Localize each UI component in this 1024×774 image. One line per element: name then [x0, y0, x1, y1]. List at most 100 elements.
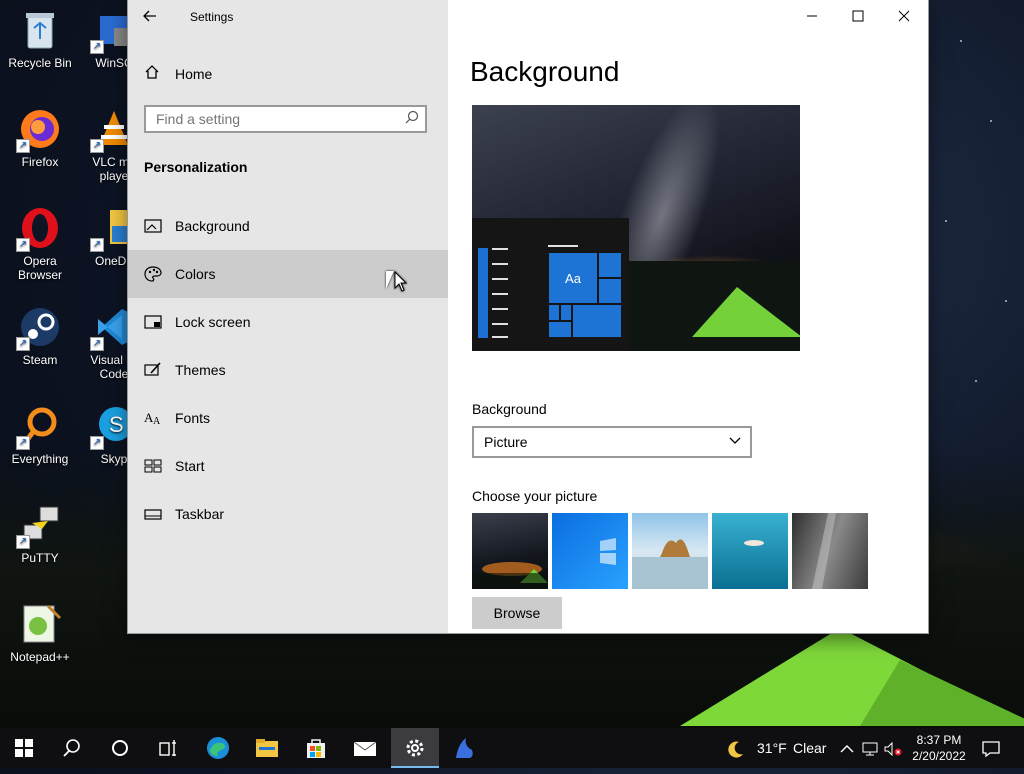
putty-icon: ↗ — [16, 503, 62, 549]
preview-tile-aa: Aa — [548, 252, 598, 304]
search-icon[interactable] — [405, 110, 419, 127]
shortcut-arrow-icon: ↗ — [16, 238, 30, 252]
network-icon[interactable] — [862, 728, 878, 768]
preview-tile — [548, 304, 560, 321]
desktop-icon-label: Notepad++ — [10, 650, 70, 664]
preview-line — [492, 293, 508, 295]
edge-icon[interactable] — [194, 728, 242, 768]
preview-tile — [560, 304, 572, 321]
picture-thumbnail-rock-cliff[interactable] — [792, 513, 868, 589]
shortcut-arrow-icon: ↗ — [16, 535, 30, 549]
background-type-dropdown[interactable]: Picture — [472, 426, 752, 458]
sidebar-item-label: Colors — [175, 266, 216, 282]
sidebar-item-label: Lock screen — [175, 314, 251, 330]
home-label: Home — [175, 66, 213, 82]
start-grid-icon — [144, 457, 162, 475]
minimize-button[interactable] — [789, 0, 835, 32]
picture-thumbnail-night-tent[interactable] — [472, 513, 548, 589]
desktop-icon-firefox[interactable]: ↗ Firefox — [0, 107, 80, 169]
maximize-button[interactable] — [835, 0, 881, 32]
preview-tiles: Aa — [548, 252, 622, 338]
preview-app-list — [478, 248, 488, 338]
moon-icon[interactable] — [727, 728, 745, 768]
shortcut-arrow-icon: ↗ — [16, 139, 30, 153]
sidebar-item-fonts[interactable]: AA Fonts — [128, 394, 448, 442]
desktop-icon-putty[interactable]: ↗ PuTTY — [0, 503, 80, 565]
preview-line — [492, 308, 508, 310]
chevron-up-icon[interactable] — [840, 728, 854, 768]
store-icon[interactable] — [292, 728, 340, 768]
preview-tile — [572, 304, 622, 338]
picture-thumbnail-underwater-swimmer[interactable] — [712, 513, 788, 589]
settings-sidebar: Settings Home Personalization Background — [128, 0, 448, 633]
picture-thumbnail-windows-blue[interactable] — [552, 513, 628, 589]
clock-date: 2/20/2022 — [912, 749, 966, 763]
settings-window: Settings Home Personalization Background — [128, 0, 928, 633]
picture-icon — [144, 217, 162, 235]
desktop-icon-label: Everything — [11, 452, 69, 466]
cortana-icon[interactable] — [96, 728, 144, 768]
home-nav-item[interactable]: Home — [128, 60, 448, 88]
weather-temperature[interactable]: 31°F — [757, 728, 787, 768]
desktop-icon-label: Browser — [17, 268, 62, 282]
desktop-icon-recycle-bin[interactable]: Recycle Bin — [0, 8, 80, 70]
star — [990, 120, 992, 122]
desktop-icon-label: Recycle Bin — [8, 56, 72, 70]
svg-text:S: S — [109, 412, 124, 437]
sidebar-item-label: Start — [175, 458, 205, 474]
system-clock[interactable]: 8:37 PM 2/20/2022 — [906, 732, 972, 764]
preview-tile — [548, 321, 572, 338]
preview-line — [492, 278, 508, 280]
desktop-icon-opera[interactable]: ↗ Opera Browser — [0, 206, 80, 282]
search-icon[interactable] — [48, 728, 96, 768]
desktop-icon-steam[interactable]: ↗ Steam — [0, 305, 80, 367]
task-view-icon[interactable] — [144, 728, 192, 768]
picture-thumbnail-beach-rocks[interactable] — [632, 513, 708, 589]
volume-muted-icon[interactable] — [884, 728, 902, 768]
sidebar-item-themes[interactable]: Themes — [128, 346, 448, 394]
app-icon[interactable] — [440, 728, 488, 768]
font-icon: AA — [144, 409, 162, 427]
shortcut-arrow-icon: ↗ — [16, 436, 30, 450]
lock-screen-icon — [144, 313, 162, 331]
sidebar-item-label: Themes — [175, 362, 226, 378]
shortcut-arrow-icon: ↗ — [90, 238, 104, 252]
sidebar-item-label: Fonts — [175, 410, 211, 426]
close-button[interactable] — [881, 0, 927, 32]
dropdown-value: Picture — [484, 434, 528, 450]
file-explorer-icon[interactable] — [243, 728, 291, 768]
sidebar-item-taskbar[interactable]: Taskbar — [128, 490, 448, 538]
desktop-icon-label: PuTTY — [21, 551, 59, 565]
weather-condition[interactable]: Clear — [793, 728, 826, 768]
opera-icon: ↗ — [16, 206, 62, 252]
sidebar-item-background[interactable]: Background — [128, 202, 448, 250]
back-arrow-icon[interactable] — [142, 8, 162, 28]
window-title: Settings — [190, 10, 234, 24]
background-preview: Aa — [472, 105, 800, 351]
preview-start-menu: Aa — [472, 218, 629, 351]
shortcut-arrow-icon: ↗ — [90, 40, 104, 54]
page-title: Background — [470, 56, 620, 87]
choose-picture-label: Choose your picture — [472, 488, 598, 504]
sidebar-item-start[interactable]: Start — [128, 442, 448, 490]
shortcut-arrow-icon: ↗ — [16, 337, 30, 351]
preview-tile — [598, 278, 622, 304]
start-button[interactable] — [0, 728, 48, 768]
recycle-bin-icon — [18, 8, 62, 52]
mail-icon[interactable] — [341, 728, 389, 768]
shortcut-arrow-icon: ↗ — [90, 337, 104, 351]
search-box[interactable] — [144, 105, 427, 133]
settings-icon[interactable] — [391, 728, 439, 768]
preview-line — [548, 245, 578, 247]
brush-icon — [144, 361, 162, 379]
preview-line — [492, 248, 508, 250]
browse-button[interactable]: Browse — [472, 597, 562, 629]
desktop-icon-notepadpp[interactable]: Notepad++ — [0, 602, 80, 664]
mouse-cursor — [386, 270, 408, 292]
sidebar-item-lock-screen[interactable]: Lock screen — [128, 298, 448, 346]
desktop-icon-everything[interactable]: ↗ Everything — [0, 404, 80, 466]
tent-side — [860, 660, 1024, 726]
search-input[interactable] — [146, 107, 406, 131]
notification-icon[interactable] — [982, 728, 1000, 768]
background-type-label: Background — [472, 401, 547, 417]
